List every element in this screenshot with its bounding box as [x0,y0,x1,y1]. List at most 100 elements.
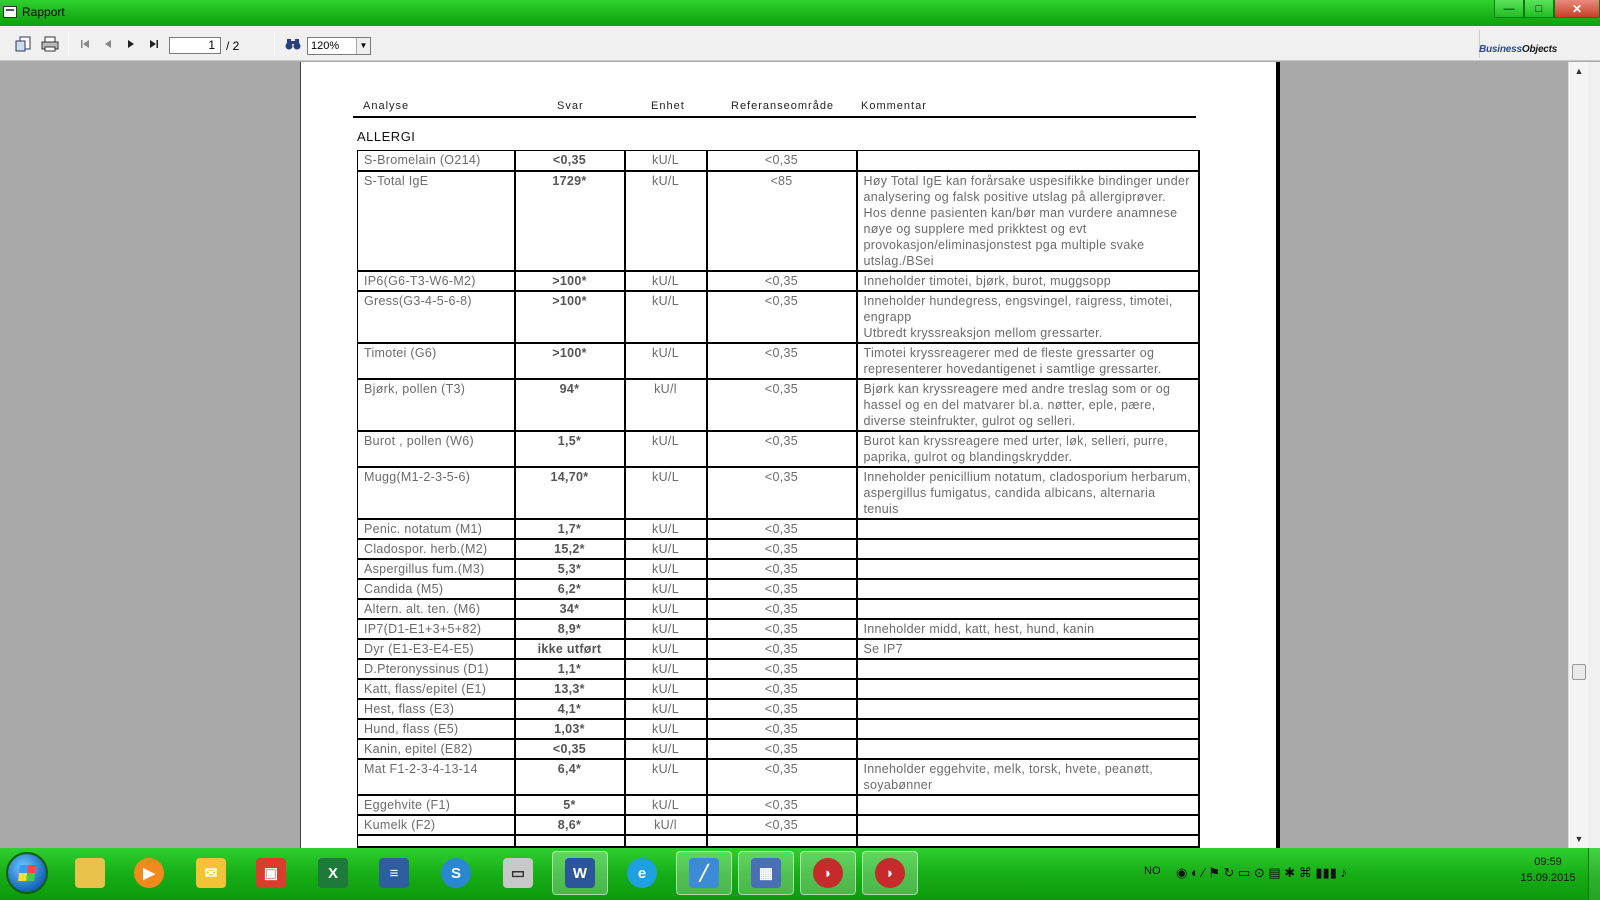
toolbar-separator [274,32,275,56]
taskbar-app[interactable]: ▣ [243,851,299,895]
cell-analyse: Dyr (E1-E3-E4-E5) [357,638,516,660]
presentation-icon: ▣ [256,858,286,888]
cell-enhet: kU/L [624,678,708,700]
header-rule [353,116,1196,118]
table-row: Dyr (E1-E3-E4-E5) ikke utført kU/L <0,35 Se … [357,638,1200,660]
chevron-down-icon[interactable]: ▼ [356,38,370,54]
chart-app-icon: ╱ [689,858,719,888]
cell-svar [514,834,626,848]
cell-enhet: kU/L [624,738,708,760]
cell-svar: 5,3* [514,558,626,580]
cell-enhet: kU/L [624,430,708,468]
scroll-up-icon[interactable]: ▲ [1569,62,1589,80]
table-row: S-Total IgE 1729* kU/L <85 Høy Total IgE kan… [357,170,1200,272]
ie-icon: e [627,858,657,888]
column-header-enhet: Enhet [651,100,685,112]
taskbar-mail[interactable]: ✉ [183,851,239,895]
cell-kommentar [856,538,1200,560]
cell-enhet: kU/L [624,598,708,620]
cell-enhet: kU/L [624,698,708,720]
system-clock[interactable]: 09:59 15.09.2015 [1518,854,1578,886]
taskbar-app-4[interactable]: ◗ [862,851,918,895]
taskbar-report-viewer[interactable]: ▦ [738,851,794,895]
taskbar-explorer[interactable] [62,851,118,895]
cell-enhet: kU/L [624,578,708,600]
cell-analyse: Mugg(M1-2-3-5-6) [357,466,516,520]
cell-analyse: Katt, flass/epitel (E1) [357,678,516,700]
cell-analyse: Kumelk (F2) [357,814,516,836]
table-row: Penic. notatum (M1) 1,7* kU/L <0,35 [357,518,1200,540]
cell-analyse: Hund, flass (E5) [357,718,516,740]
cell-svar: 6,4* [514,758,626,796]
table-row: Kanin, epitel (E82) <0,35 kU/L <0,35 [357,738,1200,760]
cell-enhet: kU/l [624,814,708,836]
cell-svar: 1,1* [514,658,626,680]
cell-analyse: Hest, flass (E3) [357,698,516,720]
column-header-svar: Svar [557,100,584,112]
minimize-button[interactable]: — [1494,0,1524,18]
start-button[interactable] [6,852,48,894]
cell-kommentar: Burot kan kryssreagere med urter, løk, s… [856,430,1200,468]
cell-svar: 94* [514,378,626,432]
show-desktop-button[interactable] [1588,848,1600,900]
cell-svar: 15,2* [514,538,626,560]
cell-svar: 14,70* [514,466,626,520]
zoom-select[interactable]: 120% ▼ [307,37,371,55]
taskbar-media-player[interactable]: ▶ [121,851,177,895]
binoculars-icon [285,39,301,50]
cell-referanse: <85 [706,170,858,272]
cell-kommentar: Bjørk kan kryssreagere med andre treslag… [856,378,1200,432]
cell-referanse: <0,35 [706,270,858,292]
tray-icons[interactable]: ◉ ◐ ∕ ⚑ ↻ ▭ ⊙ ▤ ✱ ⌘ ▮▮▮ ♪ [1176,865,1347,881]
scrollbar-thumb[interactable] [1572,664,1586,680]
cell-referanse: <0,35 [706,578,858,600]
taskbar-scanner[interactable]: ▭ [490,851,546,895]
cell-kommentar [856,518,1200,540]
previous-page-button[interactable] [101,35,115,53]
cell-svar: 4,1* [514,698,626,720]
cell-referanse: <0,35 [706,518,858,540]
scroll-down-icon[interactable]: ▼ [1569,830,1589,848]
page-number-input[interactable]: 1 [169,37,221,54]
cell-svar: 34* [514,598,626,620]
taskbar-app-3[interactable]: ◗ [800,851,856,895]
cell-kommentar: Inneholder penicillium notatum, cladospo… [856,466,1200,520]
export-button[interactable] [14,35,34,53]
cell-kommentar: Inneholder eggehvite, melk, torsk, hvete… [856,758,1200,796]
taskbar-lync[interactable]: S [428,851,484,895]
cell-enhet: kU/L [624,558,708,580]
last-page-button[interactable] [147,35,161,53]
first-page-icon [81,40,89,48]
cell-analyse: Aspergillus fum.(M3) [357,558,516,580]
report-viewer[interactable]: Analyse Svar Enhet Referanseområde Komme… [0,62,1568,848]
cell-kommentar: Timotei kryssreagerer med de fleste gres… [856,342,1200,380]
close-button[interactable]: ✕ [1554,0,1600,18]
cell-kommentar [856,718,1200,740]
cell-referanse: <0,35 [706,150,858,172]
table-row: Eggehvite (F1) 5* kU/L <0,35 [357,794,1200,816]
cell-svar: 1,5* [514,430,626,468]
search-button[interactable] [284,35,302,53]
table-row: Gress(G3-4-5-6-8) >100* kU/L <0,35 Inneholde… [357,290,1200,344]
taskbar-app-2[interactable]: ╱ [676,851,732,895]
cell-analyse: IP6(G6-T3-W6-M2) [357,270,516,292]
cell-enhet: kU/L [624,794,708,816]
cell-referanse: <0,35 [706,430,858,468]
taskbar-excel[interactable]: X [305,851,361,895]
cell-referanse: <0,35 [706,718,858,740]
taskbar-document[interactable]: ≡ [366,851,422,895]
taskbar-internet-explorer[interactable]: e [614,851,670,895]
section-title: ALLERGI [357,129,416,144]
print-button[interactable] [40,35,60,53]
taskbar-word[interactable]: W [552,851,608,895]
cell-kommentar [856,678,1200,700]
next-page-button[interactable] [124,35,138,53]
cell-enhet: kU/L [624,538,708,560]
vertical-scrollbar[interactable]: ▲ ▼ [1568,62,1588,848]
cell-kommentar: Inneholder timotei, bjørk, burot, muggso… [856,270,1200,292]
maximize-button[interactable]: □ [1524,0,1554,18]
language-indicator[interactable]: NO [1144,865,1161,877]
scanner-icon: ▭ [503,858,533,888]
first-page-button[interactable] [78,35,92,53]
cell-analyse: Burot , pollen (W6) [357,430,516,468]
